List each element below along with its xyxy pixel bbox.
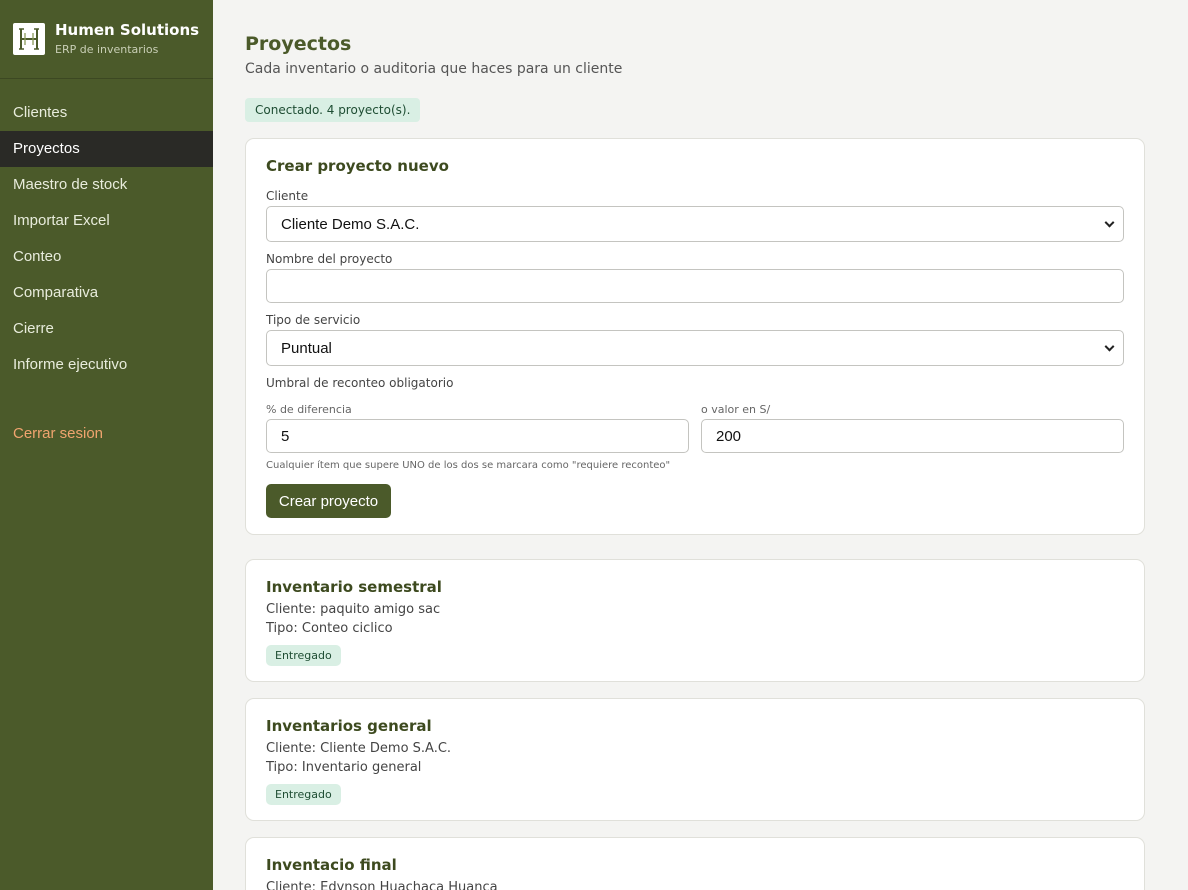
amount-input[interactable]: 200	[701, 419, 1124, 453]
status-badge: Entregado	[266, 645, 341, 666]
project-client: Cliente: Cliente Demo S.A.C.	[266, 741, 452, 756]
humen-logo	[13, 23, 45, 55]
create-project-card: Crear proyecto nuevo Cliente Cliente Dem…	[245, 138, 1145, 535]
sidebar: Humen Solutions ERP de inventarios Clien…	[0, 0, 213, 890]
service-type-value: Puntual	[281, 339, 332, 357]
create-project-title: Crear proyecto nuevo	[266, 157, 449, 175]
client-select[interactable]: Cliente Demo S.A.C.	[266, 206, 1124, 242]
project-name-label: Nombre del proyecto	[266, 252, 393, 266]
threshold-hint: Cualquier ítem que supere UNO de los dos…	[266, 460, 671, 471]
sidebar-item-importar-excel[interactable]: Importar Excel	[0, 203, 213, 239]
brand-header: Humen Solutions ERP de inventarios	[0, 0, 213, 79]
project-type: Tipo: Conteo ciclico	[266, 621, 393, 636]
page-subtitle: Cada inventario o auditoria que haces pa…	[245, 61, 623, 77]
project-client: Cliente: paquito amigo sac	[266, 602, 441, 617]
percent-input[interactable]: 5	[266, 419, 689, 453]
threshold-label: Umbral de reconteo obligatorio	[266, 376, 454, 390]
service-type-select[interactable]: Puntual	[266, 330, 1124, 366]
page-title: Proyectos	[245, 33, 352, 55]
logout-link[interactable]: Cerrar sesion	[13, 425, 103, 442]
sidebar-item-proyectos[interactable]: Proyectos	[0, 131, 213, 167]
chevron-down-icon	[1104, 341, 1115, 352]
percent-label: % de diferencia	[266, 403, 352, 416]
connection-status-badge: Conectado. 4 proyecto(s).	[245, 98, 421, 122]
sidebar-item-conteo[interactable]: Conteo	[0, 239, 213, 275]
project-title: Inventarios general	[266, 717, 432, 735]
sidebar-item-informe-ejecutivo[interactable]: Informe ejecutivo	[0, 347, 213, 383]
sidebar-item-maestro-de-stock[interactable]: Maestro de stock	[0, 167, 213, 203]
sidebar-item-cierre[interactable]: Cierre	[0, 311, 213, 347]
status-badge: Entregado	[266, 784, 341, 805]
project-card[interactable]: Inventarios general Cliente: Cliente Dem…	[245, 698, 1145, 821]
project-client: Cliente: Edynson Huachaca Huanca	[266, 880, 498, 890]
sidebar-item-comparativa[interactable]: Comparativa	[0, 275, 213, 311]
amount-label: o valor en S/	[701, 403, 771, 416]
service-type-label: Tipo de servicio	[266, 313, 361, 327]
project-card[interactable]: Inventacio final Cliente: Edynson Huacha…	[245, 837, 1145, 890]
client-select-value: Cliente Demo S.A.C.	[281, 215, 420, 233]
sidebar-nav: Clientes Proyectos Maestro de stock Impo…	[0, 95, 213, 383]
project-card[interactable]: Inventario semestral Cliente: paquito am…	[245, 559, 1145, 682]
project-title: Inventacio final	[266, 856, 397, 874]
chevron-down-icon	[1104, 217, 1115, 228]
sidebar-item-clientes[interactable]: Clientes	[0, 95, 213, 131]
project-title: Inventario semestral	[266, 578, 442, 596]
client-label: Cliente	[266, 189, 309, 203]
project-name-input[interactable]	[266, 269, 1124, 303]
brand-name: Humen Solutions	[55, 21, 200, 39]
create-project-button[interactable]: Crear proyecto	[266, 484, 391, 518]
brand-subtitle: ERP de inventarios	[55, 43, 159, 56]
project-type: Tipo: Inventario general	[266, 760, 422, 775]
